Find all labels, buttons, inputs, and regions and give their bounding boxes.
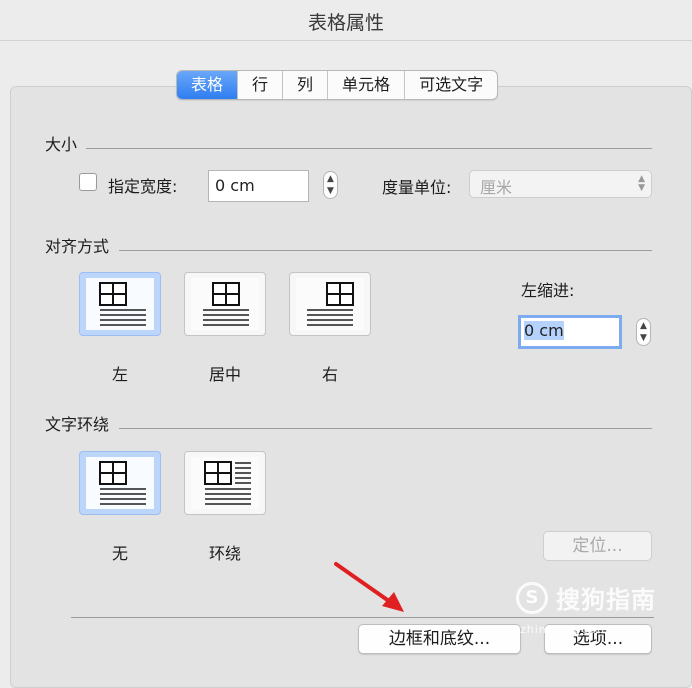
tab-bar: 表格 行 列 单元格 可选文字 — [176, 70, 499, 100]
indent-left-stepper[interactable]: ▲ ▼ — [636, 318, 651, 346]
preferred-width-stepper[interactable]: ▲ ▼ — [323, 171, 338, 199]
watermark-url: zhinan.sogou.com — [520, 623, 637, 636]
indent-left-field[interactable]: 0 cm — [518, 315, 622, 349]
align-left-option[interactable] — [79, 272, 161, 336]
indent-left-value: 0 cm — [524, 321, 564, 340]
tab-alt-text[interactable]: 可选文字 — [405, 71, 497, 99]
align-left-icon — [99, 282, 146, 326]
tab-column[interactable]: 列 — [283, 71, 329, 99]
size-section-label: 大小 — [45, 135, 78, 154]
measure-unit-select[interactable]: 厘米 ▲ ▼ — [469, 170, 652, 198]
chevron-updown-icon: ▲ ▼ — [638, 174, 645, 193]
wrapping-section-rule — [119, 428, 652, 429]
watermark-logo-icon: S — [516, 582, 548, 614]
align-right-option[interactable] — [289, 272, 371, 336]
align-left-caption: 左 — [111, 365, 128, 384]
window-titlebar: 表格属性 — [0, 0, 692, 41]
measure-unit-value: 厘米 — [480, 178, 513, 197]
watermark-text: 搜狗指南 — [556, 586, 656, 614]
align-right-icon — [307, 282, 354, 326]
wrap-around-option[interactable] — [184, 451, 266, 515]
align-center-icon — [203, 282, 249, 326]
indent-left-label: 左缩进: — [521, 281, 575, 300]
window-title: 表格属性 — [307, 12, 384, 34]
red-arrow-annotation — [334, 562, 404, 612]
tab-table[interactable]: 表格 — [177, 71, 239, 99]
borders-shading-button[interactable]: 边框和底纹... — [358, 624, 521, 654]
tab-row[interactable]: 行 — [238, 71, 284, 99]
align-right-caption: 右 — [321, 365, 338, 384]
size-section-rule — [86, 148, 652, 149]
alignment-section-rule — [119, 250, 652, 251]
preferred-width-label: 指定宽度: — [108, 177, 178, 196]
tab-cell[interactable]: 单元格 — [328, 71, 406, 99]
wrap-none-option[interactable] — [79, 451, 161, 515]
align-center-option[interactable] — [184, 272, 266, 336]
measure-unit-label: 度量单位: — [382, 178, 452, 197]
wrap-none-caption: 无 — [111, 544, 128, 563]
footer-divider — [71, 617, 654, 618]
wrap-around-icon — [204, 461, 251, 505]
preferred-width-checkbox[interactable] — [79, 173, 97, 191]
wrapping-section-label: 文字环绕 — [45, 415, 110, 434]
alignment-section-label: 对齐方式 — [45, 237, 110, 256]
wrap-none-icon — [99, 461, 146, 505]
align-center-caption: 居中 — [208, 365, 241, 384]
wrap-around-caption: 环绕 — [208, 544, 241, 563]
preferred-width-field[interactable]: 0 cm — [208, 170, 309, 202]
positioning-button[interactable]: 定位... — [543, 531, 652, 561]
